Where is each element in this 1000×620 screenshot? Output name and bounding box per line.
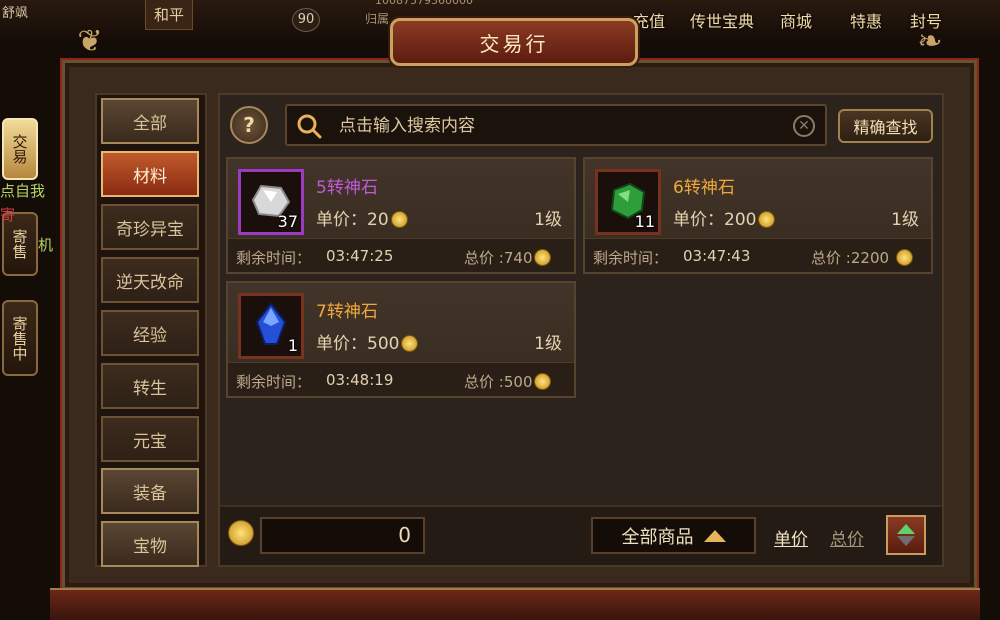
listing-card[interactable]: 11 6转神石 单价：200 1级 剩余时间： 03:47:43 总价 :220… (583, 157, 933, 274)
window-title: 交易行 (390, 18, 638, 66)
total-price-label: 总价 (464, 373, 495, 391)
unit-price-value: 200 (724, 210, 757, 230)
category-artifact[interactable]: 宝物 (101, 521, 199, 567)
total-price-value: :740 (498, 249, 533, 267)
sort-by-total-price[interactable]: 总价 (830, 525, 864, 550)
category-exp[interactable]: 经验 (101, 310, 199, 356)
gold-coin-icon (228, 520, 254, 546)
unit-price: 单价：200 (673, 205, 776, 230)
time-label: 剩余时间： (593, 249, 669, 267)
listing-card[interactable]: 37 5转神石 单价：20 1级 剩余时间： 03:47:25 总价 :740 (226, 157, 576, 274)
side-tab-consigning[interactable]: 寄售中 (2, 300, 38, 376)
level-badge: 90 (292, 8, 320, 32)
player-name: 舒飒 (2, 6, 29, 21)
window-bottom-trim (50, 588, 980, 620)
gold-coin-icon (895, 249, 913, 266)
item-name: 5转神石 (316, 178, 378, 198)
total-price-value: :2200 (845, 249, 890, 267)
clear-icon[interactable]: ✕ (793, 115, 815, 137)
gold-coin-icon (534, 373, 552, 390)
item-level: 1级 (891, 210, 919, 230)
category-all[interactable]: 全部 (101, 98, 199, 144)
help-button[interactable]: ? (230, 106, 268, 144)
pk-mode-button[interactable]: 和平 (145, 0, 194, 30)
item-name: 6转神石 (673, 178, 735, 198)
unit-price-label: 单价： (316, 334, 367, 354)
unit-price-label: 单价： (673, 210, 724, 230)
goods-filter-dropdown[interactable]: 全部商品 (591, 517, 756, 554)
search-input[interactable] (339, 114, 779, 138)
search-icon (297, 114, 322, 139)
time-label: 剩余时间： (236, 249, 312, 267)
player-id: 10087579360000 (375, 0, 473, 7)
side-tab-trade[interactable]: 交易 (2, 118, 38, 180)
item-name: 7转神石 (316, 302, 378, 322)
total-price-value: :500 (498, 373, 533, 391)
total-price: 总价 :2200 (811, 247, 913, 268)
item-slot: 37 (238, 169, 304, 235)
side-hint-1: 点自我 (0, 182, 46, 200)
item-quantity: 11 (634, 212, 655, 231)
goods-filter-label: 全部商品 (621, 526, 694, 548)
category-rebirth[interactable]: 转生 (101, 363, 199, 409)
sort-up-icon (897, 524, 915, 534)
category-equipment[interactable]: 装备 (101, 468, 199, 514)
category-ingot[interactable]: 元宝 (101, 416, 199, 462)
side-hint-2: 寄 (0, 206, 16, 224)
unit-price: 单价：500 (316, 329, 419, 354)
sort-by-unit-price[interactable]: 单价 (774, 525, 808, 550)
side-hint-3: 机 (38, 236, 54, 254)
item-slot: 1 (238, 293, 304, 359)
sort-down-icon (897, 536, 915, 546)
dragon-ornament-left-icon: ❦ (77, 24, 103, 59)
category-treasures[interactable]: 奇珍异宝 (101, 204, 199, 250)
unit-price-label: 单价： (316, 210, 367, 230)
card-footer: 剩余时间： 03:48:19 总价 :500 (228, 362, 574, 396)
card-footer: 剩余时间： 03:47:25 总价 :740 (228, 238, 574, 272)
item-level: 1级 (534, 210, 562, 230)
time-remaining: 03:47:43 (683, 247, 751, 265)
search-box: ✕ (285, 104, 827, 146)
unit-price-value: 20 (367, 210, 389, 230)
time-remaining: 03:48:19 (326, 371, 394, 389)
sort-order-toggle[interactable] (886, 515, 926, 555)
time-label: 剩余时间： (236, 373, 312, 391)
caret-up-icon (703, 529, 726, 542)
gold-balance: 0 (260, 517, 425, 554)
gold-coin-icon (401, 335, 419, 352)
menu-handbook[interactable]: 传世宝典 (690, 8, 754, 32)
gold-coin-icon (390, 211, 408, 228)
time-remaining: 03:47:25 (326, 247, 394, 265)
item-slot: 11 (595, 169, 661, 235)
menu-shop[interactable]: 商城 (780, 8, 812, 32)
total-price-label: 总价 (464, 249, 495, 267)
category-fate[interactable]: 逆天改命 (101, 257, 199, 303)
item-quantity: 1 (287, 336, 298, 355)
total-price-label: 总价 (811, 249, 842, 267)
exact-search-button[interactable]: 精确查找 (838, 109, 933, 143)
gold-coin-icon (534, 249, 552, 266)
card-footer: 剩余时间： 03:47:43 总价 :2200 (585, 238, 931, 272)
listing-card[interactable]: 1 7转神石 单价：500 1级 剩余时间： 03:48:19 总价 :500 (226, 281, 576, 398)
unit-price: 单价：20 (316, 205, 408, 230)
category-materials[interactable]: 材料 (101, 151, 199, 197)
gold-coin-icon (758, 211, 776, 228)
item-quantity: 37 (277, 212, 298, 231)
ownership-label: 归属 (365, 12, 390, 26)
total-price: 总价 :740 (464, 247, 552, 268)
total-price: 总价 :500 (464, 371, 552, 392)
unit-price-value: 500 (367, 334, 400, 354)
dragon-ornament-right-icon: ❧ (917, 24, 943, 59)
item-level: 1级 (534, 334, 562, 354)
